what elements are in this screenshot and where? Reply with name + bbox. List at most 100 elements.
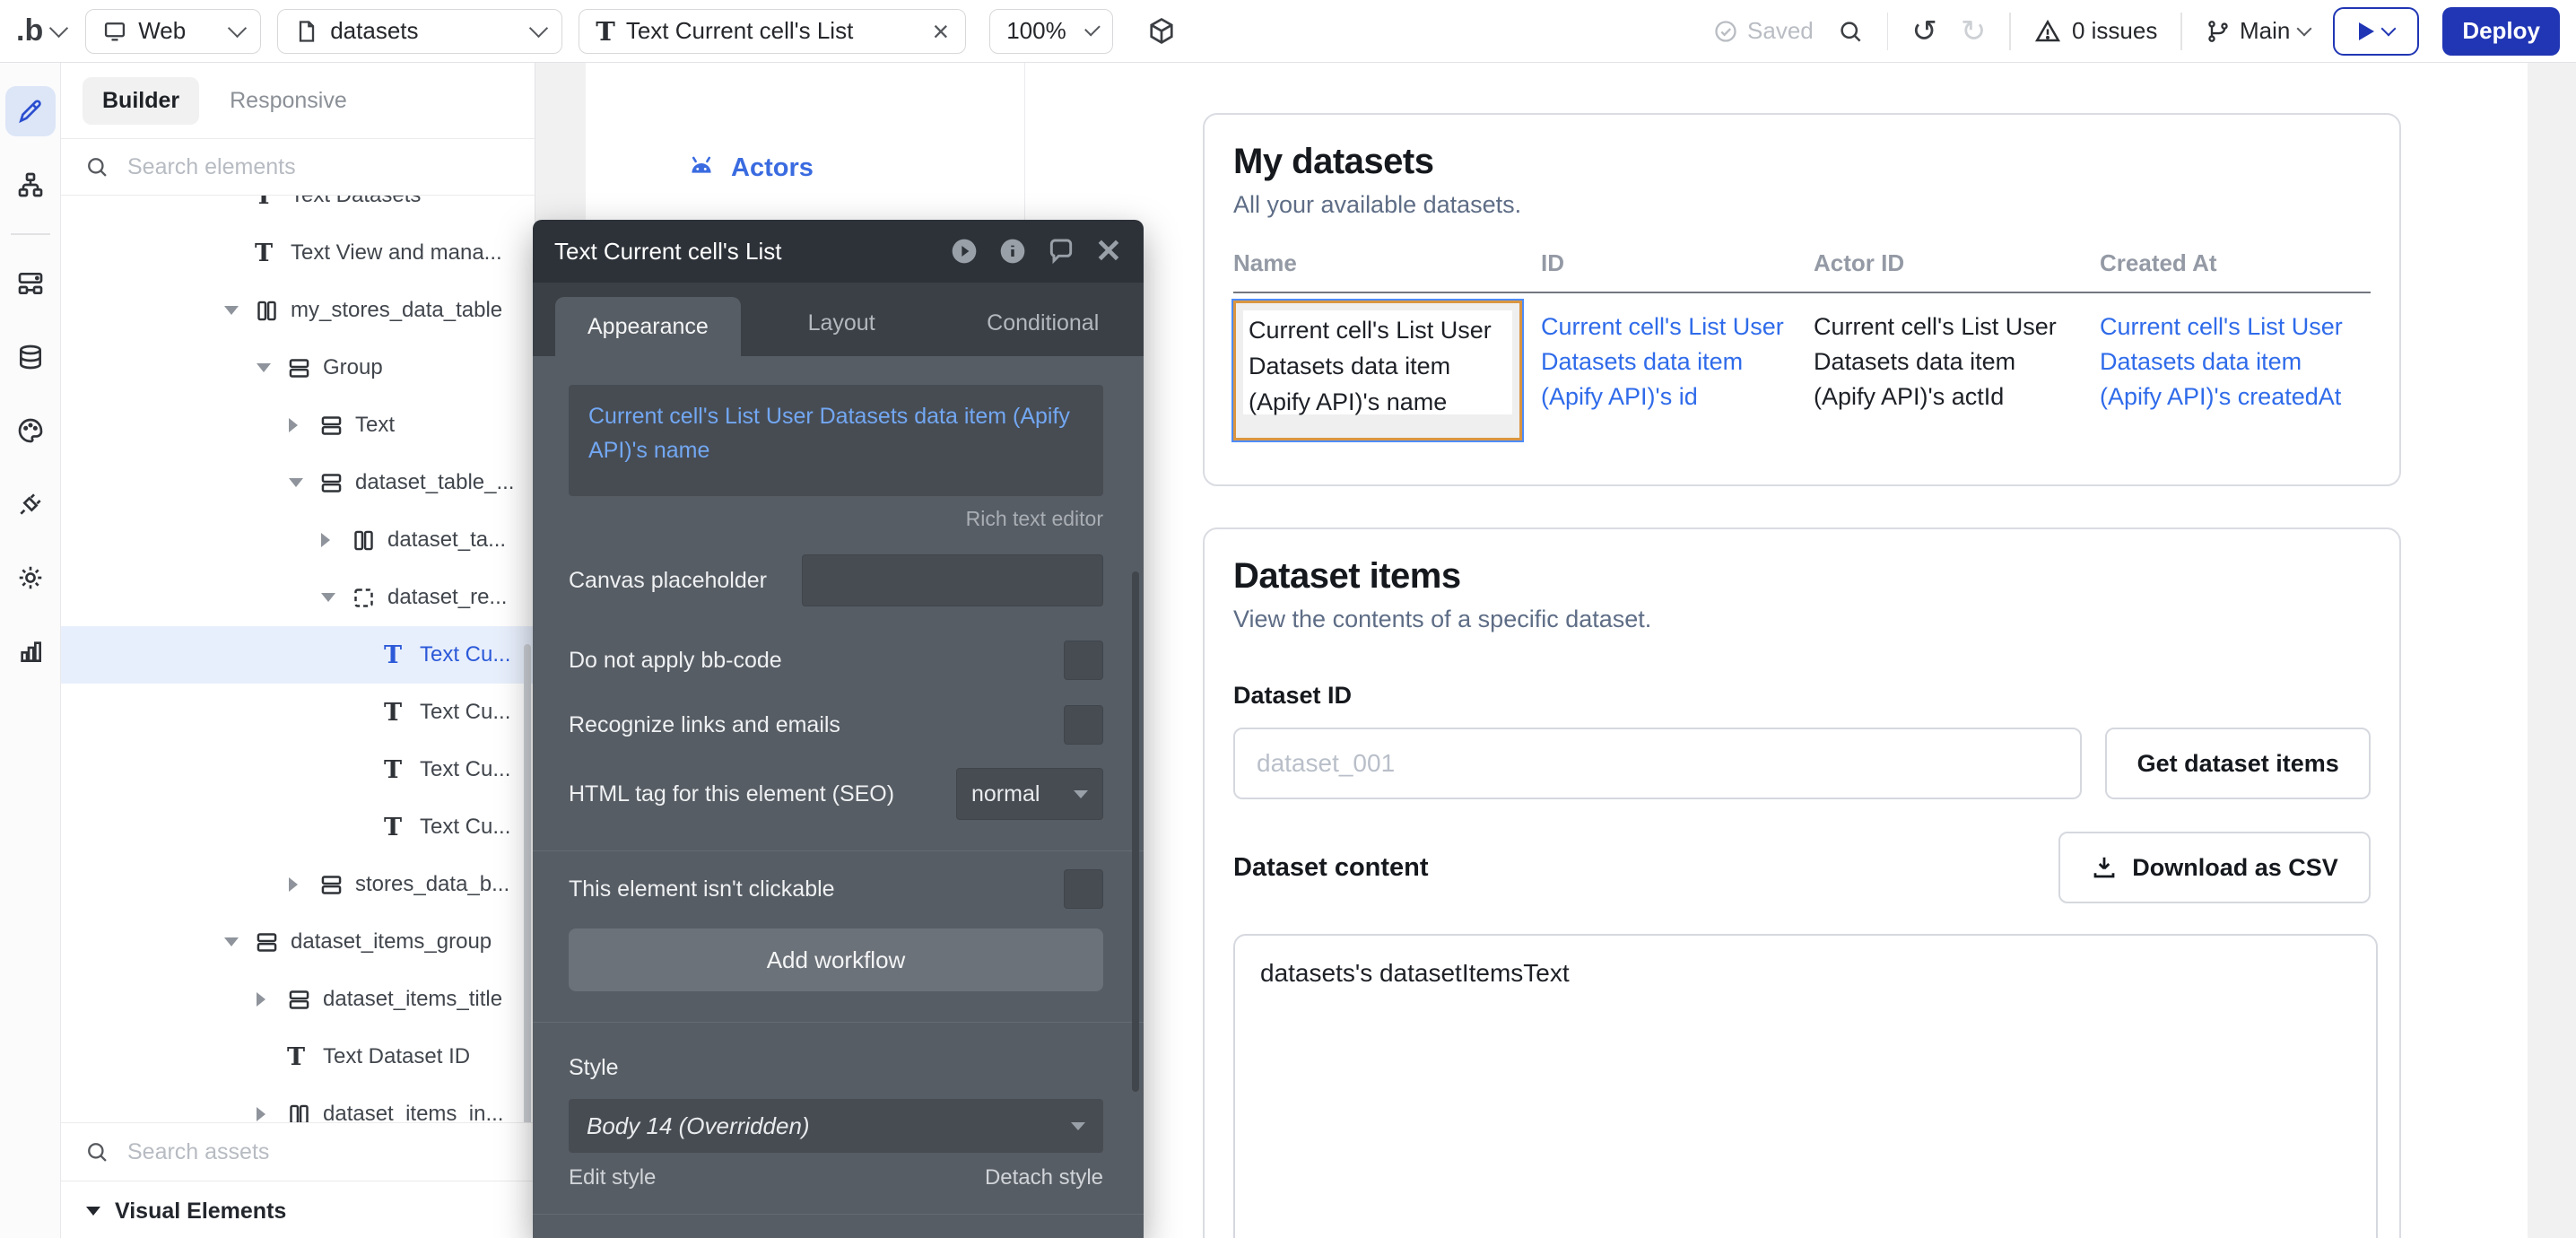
recognize-links-checkbox[interactable] bbox=[1064, 705, 1103, 745]
app-menu-button[interactable]: .b bbox=[16, 13, 65, 48]
zoom-selector[interactable]: 100% bbox=[989, 9, 1113, 54]
search-elements-input[interactable] bbox=[126, 153, 434, 181]
bb-code-row: Do not apply bb-code bbox=[569, 641, 1103, 680]
cell-created-at[interactable]: Current cell's List User Datasets data i… bbox=[2100, 293, 2371, 440]
caret-down-icon[interactable] bbox=[257, 363, 287, 372]
edit-style-link[interactable]: Edit style bbox=[569, 1165, 656, 1190]
dataset-items-card[interactable]: Dataset items View the contents of a spe… bbox=[1203, 527, 2401, 1238]
plugins-tab[interactable] bbox=[5, 479, 56, 529]
text-expression-field[interactable]: Current cell's List User Datasets data i… bbox=[569, 385, 1103, 496]
style-select[interactable]: Body 14 (Overridden) bbox=[569, 1099, 1103, 1153]
comment-icon[interactable] bbox=[1047, 237, 1075, 266]
add-workflow-button[interactable]: Add workflow bbox=[569, 928, 1103, 991]
tree-item[interactable]: TText Cu... bbox=[61, 684, 535, 741]
issues-indicator[interactable]: 0 issues bbox=[2034, 17, 2157, 45]
caret-right-icon[interactable] bbox=[257, 1107, 287, 1121]
search-icon[interactable] bbox=[1837, 18, 1864, 45]
group-icon bbox=[255, 930, 285, 955]
tree-item[interactable]: TText Cu... bbox=[61, 741, 535, 798]
tree-item[interactable]: dataset_items_group bbox=[61, 913, 535, 971]
tree-item[interactable]: dataset_ta... bbox=[61, 511, 535, 569]
branch-selector[interactable]: Main bbox=[2206, 17, 2310, 45]
html-tag-select[interactable]: normal bbox=[956, 768, 1103, 820]
get-dataset-items-button[interactable]: Get dataset items bbox=[2105, 728, 2371, 799]
tab-responsive[interactable]: Responsive bbox=[230, 88, 347, 114]
detach-style-link[interactable]: Detach style bbox=[985, 1165, 1103, 1190]
field-label: HTML tag for this element (SEO) bbox=[569, 781, 894, 807]
caret-right-icon[interactable] bbox=[257, 992, 287, 1007]
tree-item[interactable]: TText Cu... bbox=[61, 626, 535, 684]
preview-button[interactable] bbox=[2333, 7, 2419, 56]
database-icon bbox=[16, 343, 45, 371]
close-icon[interactable]: ✕ bbox=[1095, 235, 1122, 267]
tab-layout[interactable]: Layout bbox=[741, 310, 943, 356]
tree-item-label: Text Cu... bbox=[420, 757, 510, 782]
platform-selector[interactable]: Web bbox=[85, 9, 261, 54]
tree-item[interactable]: Group bbox=[61, 339, 535, 397]
element-tab[interactable]: T Text Current cell's List × bbox=[579, 9, 966, 54]
bb-code-checkbox[interactable] bbox=[1064, 641, 1103, 680]
dynamic-expression[interactable]: Current cell's List User Datasets data i… bbox=[588, 404, 1070, 463]
cell-id[interactable]: Current cell's List User Datasets data i… bbox=[1541, 293, 1814, 440]
undo-icon[interactable]: ↺ bbox=[1911, 16, 1937, 47]
run-workflow-icon[interactable] bbox=[950, 237, 979, 266]
caret-right-icon[interactable] bbox=[289, 418, 319, 432]
caret-right-icon[interactable] bbox=[321, 533, 352, 547]
tree-item[interactable]: TText Cu... bbox=[61, 798, 535, 856]
selected-element-outline[interactable]: Current cell's List User Datasets data i… bbox=[1233, 301, 1522, 440]
workflow-tab[interactable] bbox=[5, 160, 56, 210]
logs-tab[interactable] bbox=[5, 626, 56, 676]
close-icon[interactable]: × bbox=[933, 17, 950, 46]
info-icon[interactable] bbox=[998, 237, 1027, 266]
cell-name-selected[interactable]: Current cell's List User Datasets data i… bbox=[1233, 293, 1541, 440]
tree-item[interactable]: TText Datasets bbox=[61, 196, 535, 224]
tree-item[interactable]: dataset_table_... bbox=[61, 454, 535, 511]
page-selector[interactable]: datasets bbox=[277, 9, 562, 54]
caret-right-icon[interactable] bbox=[289, 877, 319, 892]
styles-tab[interactable] bbox=[5, 405, 56, 456]
tree-item[interactable]: Text bbox=[61, 397, 535, 454]
settings-tab[interactable] bbox=[5, 553, 56, 603]
tree-scrollbar[interactable] bbox=[524, 644, 531, 1122]
search-assets-input[interactable] bbox=[126, 1138, 434, 1166]
property-editor-header[interactable]: Text Current cell's List ✕ bbox=[533, 220, 1144, 283]
recognize-links-row: Recognize links and emails bbox=[569, 705, 1103, 745]
data-tab[interactable] bbox=[5, 332, 56, 382]
components-cube-icon[interactable] bbox=[1145, 15, 1178, 48]
tree-item[interactable]: dataset_re... bbox=[61, 569, 535, 626]
deploy-button[interactable]: Deploy bbox=[2442, 7, 2560, 56]
chevron-down-icon bbox=[228, 19, 247, 38]
backend-tab[interactable] bbox=[5, 258, 56, 309]
tree-item[interactable]: stores_data_b... bbox=[61, 856, 535, 913]
tab-conditional[interactable]: Conditional bbox=[942, 310, 1144, 356]
tab-appearance[interactable]: Appearance bbox=[555, 297, 741, 356]
caret-down-icon[interactable] bbox=[321, 593, 352, 602]
caret-down-icon[interactable] bbox=[289, 478, 319, 487]
caret-down-icon[interactable] bbox=[224, 306, 255, 315]
property-editor[interactable]: Text Current cell's List ✕ Appearance La… bbox=[533, 220, 1144, 1238]
inspector-scrollbar[interactable] bbox=[1132, 571, 1139, 1092]
rich-text-editor-link[interactable]: Rich text editor bbox=[569, 507, 1103, 531]
dataset-content-box[interactable]: datasets's datasetItemsText bbox=[1233, 934, 2378, 1238]
tree-item[interactable]: TText View and mana... bbox=[61, 224, 535, 282]
cell-text: Current cell's List User Datasets data i… bbox=[1243, 310, 1512, 414]
tab-builder[interactable]: Builder bbox=[83, 77, 199, 125]
property-editor-tabs: Appearance Layout Conditional bbox=[533, 283, 1144, 356]
design-tab[interactable] bbox=[5, 86, 56, 136]
tree-item[interactable]: dataset_items_title bbox=[61, 971, 535, 1028]
cell-actor-id[interactable]: Current cell's List User Datasets data i… bbox=[1814, 293, 2100, 440]
redo-icon[interactable]: ↻ bbox=[1961, 16, 1987, 47]
visual-elements-section[interactable]: Visual Elements bbox=[61, 1181, 535, 1238]
tree-item[interactable]: dataset_items_in... bbox=[61, 1085, 535, 1122]
asset-search bbox=[61, 1122, 535, 1181]
my-datasets-card[interactable]: My datasets All your available datasets.… bbox=[1203, 113, 2401, 486]
tree-item[interactable]: my_stores_data_table bbox=[61, 282, 535, 339]
page-nav-actors[interactable]: Actors bbox=[686, 153, 814, 183]
divider bbox=[533, 1214, 1144, 1215]
tree-item[interactable]: TText Dataset ID bbox=[61, 1028, 535, 1085]
caret-down-icon[interactable] bbox=[224, 937, 255, 946]
download-csv-button[interactable]: Download as CSV bbox=[2058, 832, 2371, 903]
not-clickable-checkbox[interactable] bbox=[1064, 869, 1103, 909]
dataset-id-input[interactable] bbox=[1233, 728, 2082, 799]
canvas-placeholder-input[interactable] bbox=[802, 554, 1103, 606]
